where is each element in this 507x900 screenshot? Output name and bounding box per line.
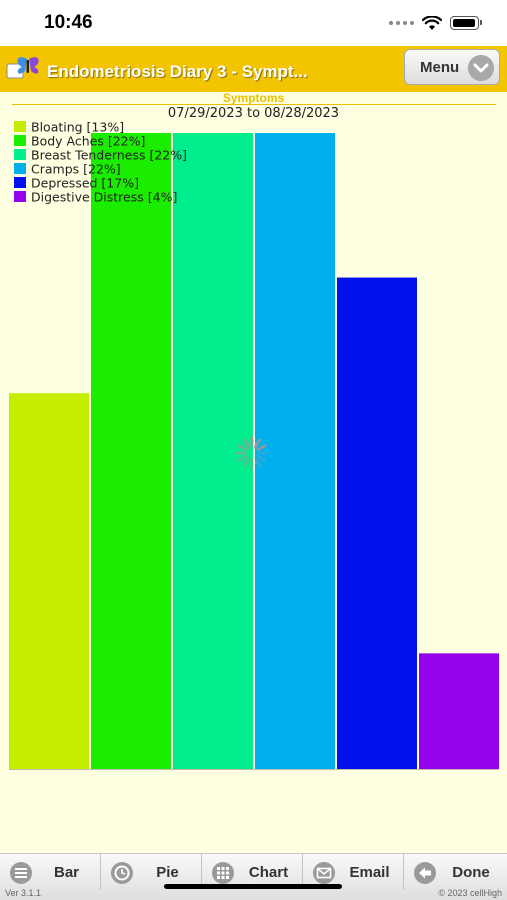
legend-label: Digestive Distress [4%] bbox=[31, 190, 177, 205]
clock-icon bbox=[111, 862, 133, 884]
symptoms-bar-chart: Bloating [13%]Body Aches [22%]Breast Ten… bbox=[9, 120, 499, 770]
legend-swatch bbox=[14, 191, 26, 202]
tab-label: Done bbox=[452, 864, 490, 881]
home-indicator[interactable] bbox=[164, 884, 342, 889]
loading-spinner-icon bbox=[235, 436, 269, 470]
legend-swatch bbox=[14, 121, 26, 132]
legend-label: Cramps [22%] bbox=[31, 162, 121, 177]
legend-swatch bbox=[14, 135, 26, 146]
grid-icon bbox=[212, 862, 234, 884]
tab-label: Bar bbox=[53, 864, 79, 881]
bottom-toolbar: Bar Pie Chart Email Done Ver 3.1.1 © 202… bbox=[0, 853, 507, 900]
tab-done[interactable]: Done bbox=[404, 854, 505, 890]
legend-label: Breast Tenderness [22%] bbox=[31, 148, 187, 163]
legend-swatch bbox=[14, 163, 26, 174]
tab-label: Chart bbox=[248, 864, 289, 881]
version-text: Ver 3.1.1 bbox=[5, 888, 42, 898]
bar-bloating bbox=[9, 393, 89, 769]
tab-label: Pie bbox=[156, 864, 179, 881]
bar-digestive-distress bbox=[419, 653, 499, 769]
bar-depressed bbox=[337, 277, 417, 769]
legend-swatch bbox=[14, 177, 26, 188]
legend-swatch bbox=[14, 149, 26, 160]
copyright-text: © 2023 cellHigh bbox=[438, 888, 502, 898]
back-arrow-icon bbox=[414, 862, 436, 884]
envelope-icon bbox=[313, 862, 335, 884]
legend-label: Depressed [17%] bbox=[31, 176, 139, 191]
legend-label: Bloating [13%] bbox=[31, 120, 124, 135]
bar-body-aches bbox=[91, 133, 171, 769]
list-icon bbox=[10, 862, 32, 884]
legend-label: Body Aches [22%] bbox=[31, 134, 145, 149]
tab-bar[interactable]: Bar bbox=[0, 854, 101, 890]
tab-label: Email bbox=[349, 864, 390, 881]
